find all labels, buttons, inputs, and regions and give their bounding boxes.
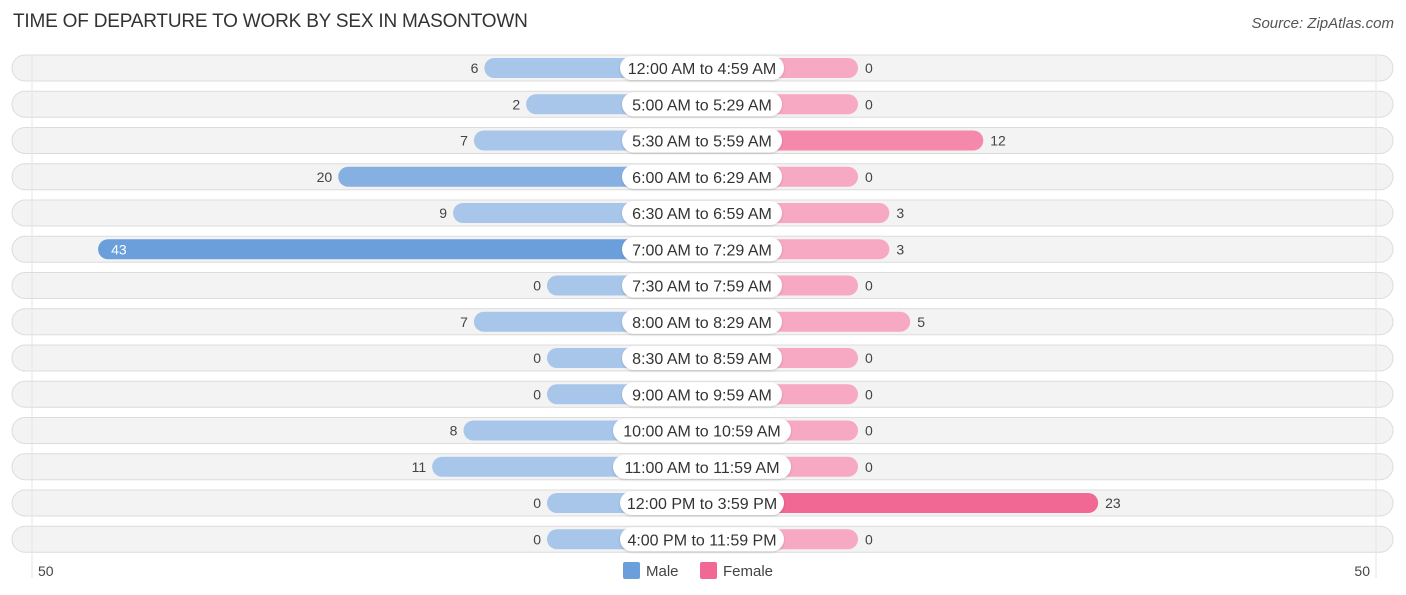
category-label: 12:00 AM to 4:59 AM	[620, 56, 784, 80]
legend-swatch-male	[623, 562, 640, 579]
category-label: 7:00 AM to 7:29 AM	[622, 237, 782, 262]
axis-label-left: 50	[38, 563, 54, 579]
male-value-label: 11	[412, 459, 427, 475]
bar-row: 7 12 5:30 AM to 5:59 AM	[11, 127, 1394, 154]
category-label-text: 11:00 AM to 11:59 AM	[624, 460, 779, 477]
category-label: 5:30 AM to 5:59 AM	[622, 128, 782, 153]
bar-row: 0 23 12:00 PM to 3:59 PM	[11, 489, 1394, 517]
category-label-text: 7:00 AM to 7:29 AM	[632, 242, 772, 259]
category-label-text: 7:30 AM to 7:59 AM	[632, 279, 772, 296]
male-value-label: 7	[460, 314, 468, 330]
category-label: 8:30 AM to 8:59 AM	[622, 346, 782, 370]
legend-label-female: Female	[723, 563, 773, 580]
category-label-text: 8:00 AM to 8:29 AM	[632, 315, 772, 332]
category-label: 12:00 PM to 3:59 PM	[620, 491, 784, 515]
female-value-label: 0	[865, 386, 873, 402]
female-value-label: 0	[865, 278, 873, 294]
category-label-text: 9:00 AM to 9:59 AM	[632, 387, 772, 404]
male-value-label: 0	[533, 350, 541, 366]
male-value-label: 0	[533, 386, 541, 402]
category-label: 7:30 AM to 7:59 AM	[622, 273, 782, 298]
female-value-label: 5	[917, 314, 925, 330]
legend-swatch-female	[700, 562, 717, 579]
category-label: 8:00 AM to 8:29 AM	[622, 309, 782, 334]
bar-row: 43 3 7:00 AM to 7:29 AM	[11, 235, 1394, 263]
bar-row: 8 0 10:00 AM to 10:59 AM	[11, 417, 1394, 444]
female-value-label: 0	[865, 531, 873, 547]
male-value-label: 7	[460, 133, 468, 149]
male-value-label: 20	[317, 169, 333, 185]
category-label-text: 5:00 AM to 5:29 AM	[632, 97, 772, 114]
male-value-label: 0	[533, 531, 541, 547]
male-value-label: 43	[111, 241, 127, 257]
category-label-text: 10:00 AM to 10:59 AM	[623, 424, 780, 441]
female-value-label: 3	[896, 205, 904, 221]
female-value-label: 0	[865, 459, 873, 475]
category-label: 5:00 AM to 5:29 AM	[622, 92, 782, 117]
female-value-label: 0	[865, 350, 873, 366]
female-value-label: 0	[865, 96, 873, 112]
bar-row: 0 0 4:00 PM to 11:59 PM	[11, 525, 1394, 553]
bar-row: 0 0 7:30 AM to 7:59 AM	[11, 272, 1394, 299]
bar-row: 0 0 9:00 AM to 9:59 AM	[11, 380, 1394, 408]
bar-row: 0 0 8:30 AM to 8:59 AM	[11, 344, 1394, 372]
chart: 6 012:00 AM to 4:59 AM2 05:00 AM to 5:29 A…	[11, 54, 1394, 580]
bar-row: 11 0 11:00 AM to 11:59 AM	[11, 453, 1394, 481]
legend-label-male: Male	[646, 563, 679, 580]
bar-row: 7 5 8:00 AM to 8:29 AM	[11, 308, 1394, 336]
male-value-label: 0	[533, 495, 541, 511]
category-label: 6:00 AM to 6:29 AM	[622, 164, 782, 189]
category-label-text: 6:30 AM to 6:59 AM	[632, 206, 772, 223]
bar-row: 6 0 12:00 AM to 4:59 AM	[11, 54, 1394, 82]
male-value-label: 9	[439, 205, 447, 221]
bar-row: 9 3 6:30 AM to 6:59 AM	[11, 199, 1394, 227]
female-value-label: 0	[865, 169, 873, 185]
male-value-label: 0	[533, 278, 541, 294]
category-label-text: 5:30 AM to 5:59 AM	[632, 134, 772, 151]
male-bar	[98, 239, 702, 260]
female-value-label: 0	[865, 423, 873, 439]
category-label: 9:00 AM to 9:59 AM	[622, 382, 782, 407]
category-label: 11:00 AM to 11:59 AM	[613, 454, 791, 479]
legend: Male Female	[623, 562, 773, 580]
female-value-label: 3	[896, 241, 904, 257]
male-value-label: 2	[512, 96, 520, 112]
category-label-text: 12:00 AM to 4:59 AM	[628, 61, 777, 78]
category-label: 4:00 PM to 11:59 PM	[620, 527, 784, 552]
category-label-text: 6:00 AM to 6:29 AM	[632, 170, 772, 187]
category-label-text: 8:30 AM to 8:59 AM	[632, 351, 772, 368]
category-label-text: 4:00 PM to 11:59 PM	[627, 532, 776, 549]
female-value-label: 23	[1105, 495, 1121, 511]
category-label: 6:30 AM to 6:59 AM	[622, 201, 782, 225]
male-value-label: 8	[450, 423, 458, 439]
category-label: 10:00 AM to 10:59 AM	[613, 418, 791, 443]
axis-label-right: 50	[1354, 563, 1370, 579]
female-value-label: 12	[990, 133, 1006, 149]
bar-row: 2 0 5:00 AM to 5:29 AM	[11, 90, 1394, 118]
category-label-text: 12:00 PM to 3:59 PM	[627, 496, 777, 513]
bar-row: 20 0 6:00 AM to 6:29 AM	[11, 163, 1394, 191]
male-value-label: 6	[471, 60, 479, 76]
female-value-label: 0	[865, 60, 873, 76]
